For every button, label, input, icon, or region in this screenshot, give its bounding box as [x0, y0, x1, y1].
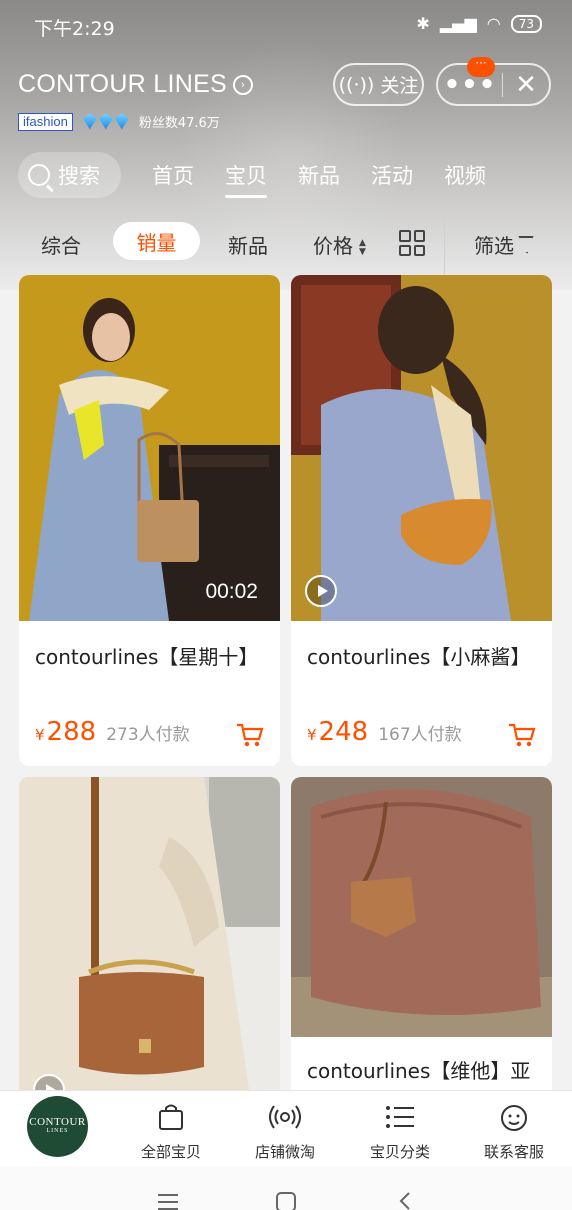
tab-activities[interactable]: 活动	[371, 160, 413, 190]
filter-button[interactable]: 筛选	[474, 230, 534, 259]
play-icon[interactable]	[305, 575, 337, 607]
paid-count: 273人付款	[106, 725, 190, 745]
status-bar: 下午2:29 ✱ ▂▄▆ ◠ 73	[0, 0, 572, 54]
store-nav-tabs: 搜索 首页 宝贝 新品 活动 视频	[18, 152, 558, 198]
store-name-text: CONTOUR LINES	[18, 70, 228, 98]
signal-icon: ▂▄▆	[439, 14, 477, 33]
ifashion-badge: ifashion	[18, 112, 73, 131]
diamond-rating-icon	[82, 113, 129, 130]
follow-button[interactable]: ((·)) 关注	[333, 63, 424, 106]
sort-divider	[444, 210, 445, 274]
search-icon	[28, 164, 50, 186]
shop-bottom-nav: CONTOUR LINES 全部宝贝 店铺微淘 宝贝分类 联系客服	[0, 1090, 572, 1166]
store-badges: ifashion 粉丝数47.6万	[18, 112, 220, 131]
more-button[interactable]: •••	[438, 72, 502, 98]
wifi-icon: ◠	[486, 14, 501, 33]
funnel-icon	[518, 235, 534, 254]
status-icons: ✱ ▂▄▆ ◠ 73	[416, 14, 542, 33]
menu-icon[interactable]	[158, 1194, 178, 1210]
fans-count: 粉丝数47.6万	[138, 116, 220, 131]
broadcast-icon: ((·))	[338, 73, 375, 96]
nav-label: 宝贝分类	[369, 1143, 430, 1161]
nav-label: 店铺微淘	[254, 1143, 315, 1161]
tab-items[interactable]: 宝贝	[225, 160, 267, 198]
store-name[interactable]: CONTOUR LINES ›	[18, 70, 254, 99]
bluetooth-icon: ✱	[416, 14, 430, 33]
product-image	[19, 275, 280, 621]
chevron-right-icon: ›	[233, 74, 254, 95]
close-button[interactable]: ✕	[503, 70, 549, 100]
tab-videos[interactable]: 视频	[444, 160, 486, 190]
nav-all-items[interactable]: 全部宝贝	[121, 1099, 221, 1162]
product-title: contourlines【星期十】	[35, 645, 259, 669]
battery-icon: 73	[510, 14, 542, 33]
product-image	[291, 275, 552, 621]
back-icon[interactable]	[398, 1192, 412, 1210]
tab-new[interactable]: 新品	[298, 160, 340, 190]
follow-label: 关注	[380, 75, 419, 97]
filter-label: 筛选	[474, 234, 514, 258]
logo-line1: CONTOUR	[29, 1116, 86, 1128]
home-icon[interactable]	[276, 1192, 296, 1210]
sort-comprehensive[interactable]: 综合	[41, 230, 81, 259]
shop-logo[interactable]: CONTOUR LINES	[27, 1096, 88, 1157]
cart-icon[interactable]	[508, 722, 536, 748]
product-title: contourlines【维他】亚	[307, 1059, 531, 1083]
list-icon	[350, 1099, 450, 1135]
sort-new[interactable]: 新品	[228, 230, 268, 259]
status-time: 下午2:29	[34, 18, 115, 40]
sort-sales[interactable]: 销量	[113, 222, 200, 260]
product-image	[291, 777, 552, 1037]
search-label: 搜索	[58, 164, 100, 188]
system-nav-bar	[0, 1166, 572, 1210]
logo-line2: LINES	[46, 1128, 69, 1134]
nav-customer-service[interactable]: 联系客服	[464, 1099, 564, 1162]
sort-price[interactable]: 价格 ▲ ▼	[313, 230, 366, 259]
product-title: contourlines【小麻酱】	[307, 645, 531, 669]
grid-view-icon[interactable]	[399, 230, 425, 256]
search-button[interactable]: 搜索	[18, 152, 121, 198]
product-image	[19, 777, 280, 1090]
cart-icon[interactable]	[236, 722, 264, 748]
nav-categories[interactable]: 宝贝分类	[350, 1099, 450, 1162]
product-price: 248	[318, 717, 369, 747]
paid-count: 167人付款	[378, 725, 462, 745]
nav-label: 全部宝贝	[140, 1143, 201, 1161]
price-row: ¥ 288 273人付款	[35, 717, 190, 747]
broadcast-icon	[235, 1099, 335, 1135]
product-card[interactable]: contourlines【小麻酱】 ¥ 248 167人付款	[291, 275, 552, 766]
product-card[interactable]	[19, 777, 280, 1090]
nav-weitao[interactable]: 店铺微淘	[235, 1099, 335, 1162]
product-price: 288	[46, 717, 97, 747]
product-card[interactable]: 00:02 contourlines【星期十】 ¥ 288 273人付款	[19, 275, 280, 766]
nav-label: 联系客服	[483, 1143, 544, 1161]
tab-home[interactable]: 首页	[152, 160, 194, 190]
currency-symbol: ¥	[35, 726, 45, 744]
price-row: ¥ 248 167人付款	[307, 717, 462, 747]
sort-price-label: 价格	[313, 234, 353, 258]
service-face-icon	[464, 1099, 564, 1135]
product-card[interactable]: contourlines【维他】亚	[291, 777, 552, 1090]
shopping-bag-icon	[121, 1099, 221, 1135]
currency-symbol: ¥	[307, 726, 317, 744]
sort-arrows-icon: ▲ ▼	[359, 237, 366, 257]
more-badge: ···	[467, 57, 495, 77]
video-duration: 00:02	[205, 580, 258, 603]
